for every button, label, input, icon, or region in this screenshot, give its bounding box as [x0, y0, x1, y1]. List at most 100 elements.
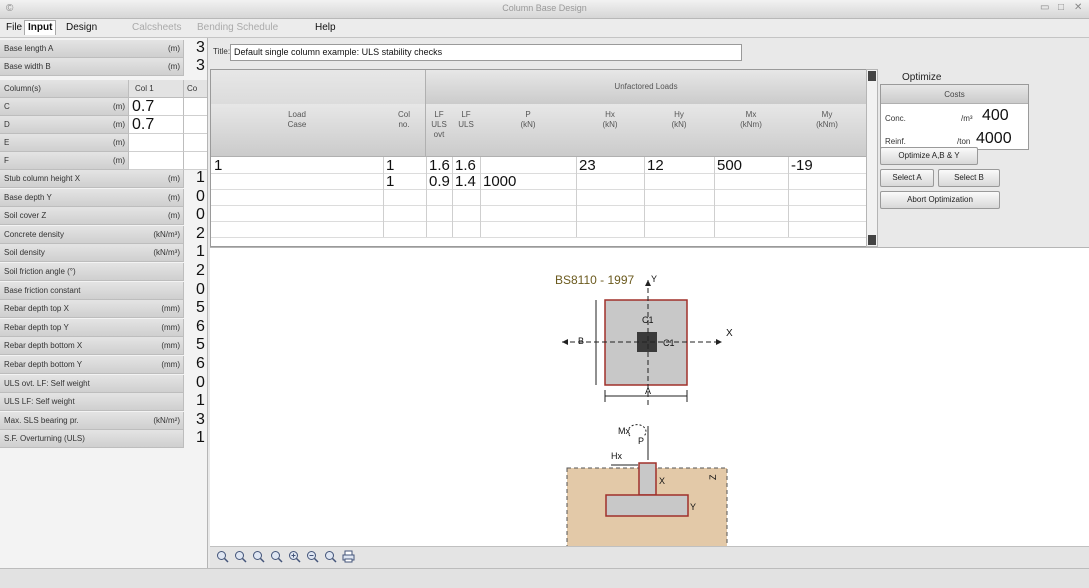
menu-help[interactable]: Help: [315, 22, 336, 33]
menu-file[interactable]: File: [6, 22, 22, 33]
title-input[interactable]: Default single column example: ULS stabi…: [230, 44, 742, 61]
param-row[interactable]: Stub column height X (m) 1: [0, 169, 207, 188]
close-icon[interactable]: ✕: [1074, 2, 1082, 13]
zoom-window-icon[interactable]: [216, 550, 229, 563]
maximize-icon[interactable]: □: [1058, 2, 1064, 13]
param-row[interactable]: Rebar depth bottom Y (mm) 6: [0, 355, 207, 374]
drawing-canvas[interactable]: BS8110 - 1997 X Y C1 C1 B A Mx P Hx X Y …: [210, 247, 1089, 547]
table-cell-col[interactable]: [383, 205, 427, 222]
zoom-extents-icon[interactable]: [252, 550, 265, 563]
param-row[interactable]: Rebar depth top Y (mm) 6: [0, 318, 207, 337]
param-row[interactable]: Soil friction angle (°) 2: [0, 262, 207, 281]
conc-cost-input[interactable]: 400: [982, 107, 1009, 125]
scroll-up-icon[interactable]: [868, 71, 876, 81]
param-value[interactable]: 3: [196, 39, 205, 57]
table-cell-col[interactable]: 1: [383, 173, 427, 190]
table-cell-case[interactable]: 1: [211, 157, 384, 174]
param-value[interactable]: 0: [196, 281, 205, 299]
table-cell-lf-uls[interactable]: 1.4: [452, 173, 481, 190]
table-cell-col[interactable]: [383, 189, 427, 206]
param-value[interactable]: 1: [196, 429, 205, 447]
table-cell-my[interactable]: [788, 205, 866, 222]
table-cell-col[interactable]: [383, 221, 427, 238]
param-value[interactable]: 1: [196, 392, 205, 410]
param-row[interactable]: Base length A (m) 3: [0, 39, 207, 58]
table-cell-lf-ovt[interactable]: [426, 189, 453, 206]
table-cell-hy[interactable]: [644, 173, 715, 190]
table-cell-my[interactable]: [788, 173, 866, 190]
param-value[interactable]: 0: [196, 206, 205, 224]
table-cell-hx[interactable]: [576, 221, 645, 238]
table-cell-lf-ovt[interactable]: 0.9: [426, 173, 453, 190]
select-b-button[interactable]: Select B: [938, 169, 1000, 187]
zoom-all-icon[interactable]: [234, 550, 247, 563]
zoom-in-icon[interactable]: [288, 550, 301, 563]
menu-calcsheets[interactable]: Calcsheets: [132, 22, 181, 33]
param-row[interactable]: Soil density (kN/m³) 1: [0, 243, 207, 263]
menu-input[interactable]: Input: [24, 20, 57, 35]
column-dim-row[interactable]: E (m): [0, 134, 207, 152]
table-cell-hy[interactable]: [644, 221, 715, 238]
scroll-down-icon[interactable]: [868, 235, 876, 245]
column-dim-row[interactable]: F (m): [0, 152, 207, 170]
table-scrollbar[interactable]: [866, 69, 878, 247]
table-cell-mx[interactable]: [714, 221, 789, 238]
col2-cell[interactable]: [184, 134, 207, 152]
param-row[interactable]: Base friction constant 0: [0, 281, 207, 300]
param-value[interactable]: 2: [196, 262, 205, 280]
table-cell-p[interactable]: 1000: [480, 173, 577, 190]
param-row[interactable]: ULS ovt. LF: Self weight 0: [0, 374, 207, 393]
param-row[interactable]: Max. SLS bearing pr. (kN/m²) 3: [0, 411, 207, 430]
table-cell-hx[interactable]: [576, 189, 645, 206]
table-cell-mx[interactable]: [714, 189, 789, 206]
table-cell-col[interactable]: 1: [383, 157, 427, 174]
param-value[interactable]: 3: [196, 57, 205, 75]
table-cell-hy[interactable]: [644, 189, 715, 206]
menu-design[interactable]: Design: [66, 22, 97, 33]
table-cell-case[interactable]: [211, 205, 384, 222]
param-row[interactable]: Soil cover Z (m) 0: [0, 206, 207, 226]
table-cell-hy[interactable]: 12: [644, 157, 715, 174]
table-cell-case[interactable]: [211, 189, 384, 206]
param-value[interactable]: 1: [196, 169, 205, 187]
param-value[interactable]: 5: [196, 299, 205, 317]
param-value[interactable]: 2: [196, 225, 205, 243]
table-cell-p[interactable]: [480, 189, 577, 206]
col2-cell[interactable]: [184, 116, 207, 134]
param-row[interactable]: Base width B (m) 3: [0, 57, 207, 76]
param-row[interactable]: Rebar depth bottom X (mm) 5: [0, 336, 207, 356]
param-value[interactable]: 6: [196, 318, 205, 336]
param-value[interactable]: 3: [196, 411, 205, 429]
table-cell-p[interactable]: [480, 157, 577, 174]
param-value[interactable]: 0: [196, 374, 205, 392]
menu-bending-schedule[interactable]: Bending Schedule: [197, 22, 278, 33]
table-cell-mx[interactable]: 500: [714, 157, 789, 174]
column-dim-row[interactable]: D (m) 0.7: [0, 116, 207, 134]
abort-optimization-button[interactable]: Abort Optimization: [880, 191, 1000, 209]
table-cell-lf-ovt[interactable]: [426, 221, 453, 238]
table-cell-lf-ovt[interactable]: [426, 205, 453, 222]
param-row[interactable]: Rebar depth top X (mm) 5: [0, 299, 207, 319]
column-dim-row[interactable]: C (m) 0.7: [0, 98, 207, 116]
table-cell-mx[interactable]: [714, 205, 789, 222]
table-cell-p[interactable]: [480, 205, 577, 222]
param-value[interactable]: 0: [196, 188, 205, 206]
table-cell-p[interactable]: [480, 221, 577, 238]
table-cell-hx[interactable]: 23: [576, 157, 645, 174]
table-cell-lf-uls[interactable]: 1.6: [452, 157, 481, 174]
print-icon[interactable]: [342, 550, 355, 563]
param-value[interactable]: 5: [196, 336, 205, 354]
table-cell-my[interactable]: [788, 221, 866, 238]
param-row[interactable]: Base depth Y (m) 0: [0, 188, 207, 207]
zoom-realtime-icon[interactable]: [324, 550, 337, 563]
select-a-button[interactable]: Select A: [880, 169, 934, 187]
minimize-icon[interactable]: ▭: [1040, 2, 1049, 13]
table-cell-my[interactable]: -19: [788, 157, 866, 174]
table-cell-my[interactable]: [788, 189, 866, 206]
optimize-ab-y-button[interactable]: Optimize A,B & Y: [880, 147, 978, 165]
zoom-previous-icon[interactable]: [270, 550, 283, 563]
param-row[interactable]: S.F. Overturning (ULS) 1: [0, 429, 207, 449]
table-cell-case[interactable]: [211, 221, 384, 238]
table-cell-hx[interactable]: [576, 205, 645, 222]
table-cell-lf-uls[interactable]: [452, 189, 481, 206]
